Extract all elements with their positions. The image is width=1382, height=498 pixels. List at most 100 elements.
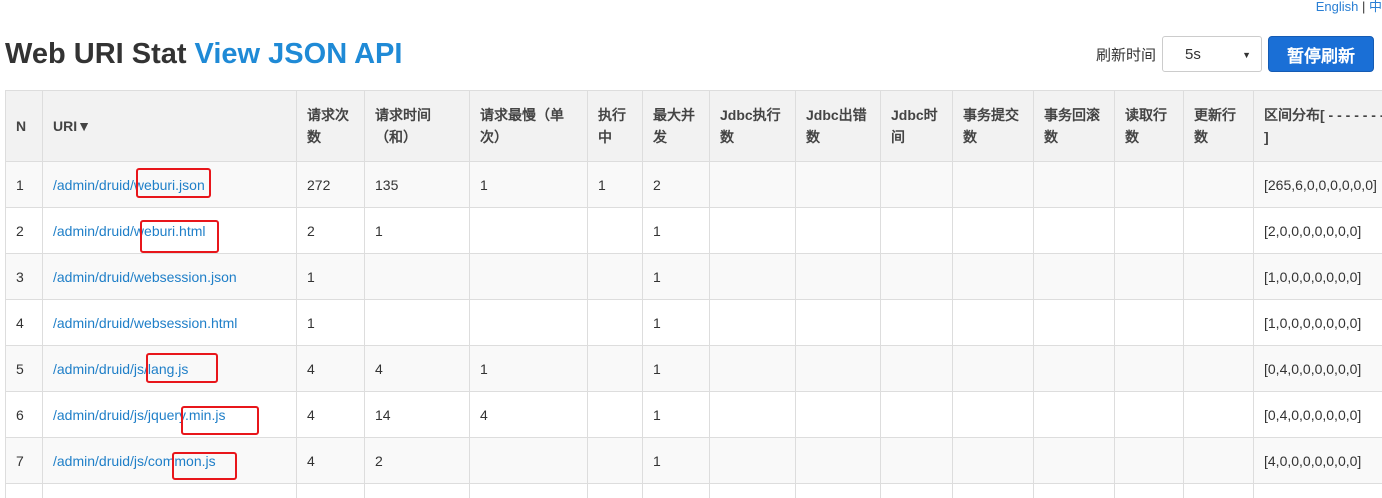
cell-running: 1 (587, 161, 643, 208)
cell-request-time-sum (364, 299, 470, 346)
col-header-running[interactable]: 执行中 (587, 90, 643, 162)
refresh-interval-label: 刷新时间 (1095, 46, 1156, 64)
cell-jdbc-error (795, 161, 881, 208)
cell-jdbc-time (880, 207, 953, 254)
table-row: 6/admin/druid/js/jquery.min.js 4 14 4 1 [0,4,… (5, 391, 1382, 438)
view-json-api-link[interactable]: View JSON API (195, 38, 403, 70)
chevron-down-icon: ▼ (1242, 50, 1251, 60)
cell-histogram: [1,0,0,0,0,0,0,0] (1253, 253, 1382, 300)
cell-fetch-rows (1114, 253, 1184, 300)
cell-update-rows (1183, 437, 1254, 484)
cell-histogram: [0,4,0,0,0,0,0,0] (1253, 345, 1382, 392)
cell-histogram: [265,6,0,0,0,0,0,0] (1253, 161, 1382, 208)
cell-histogram: [2,0,0,0,0,0,0,0] (1253, 207, 1382, 254)
table-row: 4/admin/druid/websession.html 1 1 [1,0,0,0,… (5, 299, 1382, 346)
cell-request-time-sum: 4 (364, 345, 470, 392)
col-header-max-concurrent[interactable]: 最大并发 (642, 90, 710, 162)
lang-chinese-link[interactable]: 中 (1369, 0, 1382, 14)
cell-tx-rollback (1033, 161, 1115, 208)
cell-request-time-sum: 135 (364, 161, 470, 208)
cell-running (587, 253, 643, 300)
cell-jdbc-time (880, 483, 953, 498)
table-row: 2/admin/druid/weburi.html 2 1 1 [2,0,0,0,0,0… (5, 207, 1382, 254)
lang-english-link[interactable]: English (1316, 0, 1359, 14)
cell-histogram (1253, 483, 1382, 498)
cell-jdbc-error (795, 207, 881, 254)
pause-refresh-button[interactable]: 暂停刷新 (1268, 36, 1374, 72)
cell-jdbc-error (795, 253, 881, 300)
table-header-row: N URI▼ 请求次数 请求时间（和） 请求最慢（单次） 执行中 最大并发 Jd… (5, 90, 1382, 162)
uri-link[interactable]: /admin/druid/websession.html (53, 315, 237, 331)
uri-link[interactable]: /admin/druid/weburi.json (53, 177, 205, 193)
col-header-jdbc-execute[interactable]: Jdbc执行数 (709, 90, 796, 162)
uri-stat-table: N URI▼ 请求次数 请求时间（和） 请求最慢（单次） 执行中 最大并发 Jd… (5, 90, 1382, 498)
cell-n: 2 (5, 207, 43, 254)
col-header-request-time-sum[interactable]: 请求时间（和） (364, 90, 470, 162)
cell-tx-rollback (1033, 253, 1115, 300)
col-header-jdbc-error[interactable]: Jdbc出错数 (795, 90, 881, 162)
cell-max-concurrent: 1 (642, 345, 710, 392)
col-header-uri[interactable]: URI▼ (42, 90, 297, 162)
cell-request-time-max (469, 437, 588, 484)
table-row: 5/admin/druid/js/lang.js 4 4 1 1 [0,4,0,0,0,0… (5, 345, 1382, 392)
cell-jdbc-execute (709, 299, 796, 346)
refresh-interval-select[interactable]: 5s ▼ (1162, 36, 1262, 72)
uri-link[interactable]: /admin/druid/websession.json (53, 269, 237, 285)
col-header-tx-commit[interactable]: 事务提交数 (952, 90, 1034, 162)
table-row: 3/admin/druid/websession.json 1 1 [1,0,0,0,… (5, 253, 1382, 300)
cell-jdbc-execute (709, 437, 796, 484)
uri-link[interactable]: /admin/druid/weburi.html (53, 223, 206, 239)
cell-max-concurrent: 1 (642, 391, 710, 438)
cell-fetch-rows (1114, 161, 1184, 208)
cell-update-rows (1183, 161, 1254, 208)
col-header-tx-rollback[interactable]: 事务回滚数 (1033, 90, 1115, 162)
cell-running (587, 345, 643, 392)
cell-max-concurrent: 1 (642, 207, 710, 254)
cell-n: 5 (5, 345, 43, 392)
cell-jdbc-error (795, 299, 881, 346)
cell-uri: /admin/druid/js/common.js (42, 437, 297, 484)
uri-link[interactable]: /admin/druid/js/lang.js (53, 361, 188, 377)
uri-link[interactable]: /admin/druid/js/common.js (53, 453, 216, 469)
col-header-request-time-max[interactable]: 请求最慢（单次） (469, 90, 588, 162)
cell-request-count: 2 (296, 207, 365, 254)
cell-tx-commit (952, 207, 1034, 254)
cell-request-time-max: 1 (469, 345, 588, 392)
col-header-jdbc-time[interactable]: Jdbc时间 (880, 90, 953, 162)
col-header-request-count[interactable]: 请求次数 (296, 90, 365, 162)
uri-link[interactable]: /admin/druid/js/jquery.min.js (53, 407, 225, 423)
cell-request-time-max (469, 299, 588, 346)
cell-request-count: 272 (296, 161, 365, 208)
cell-request-time-sum: 1 (364, 207, 470, 254)
cell-max-concurrent: 1 (642, 437, 710, 484)
cell-n: 3 (5, 253, 43, 300)
cell-histogram: [0,4,0,0,0,0,0,0] (1253, 391, 1382, 438)
cell-fetch-rows (1114, 483, 1184, 498)
cell-tx-rollback (1033, 345, 1115, 392)
cell-uri: /admin/druid/js/lang.js (42, 345, 297, 392)
cell-request-time-max (469, 483, 588, 498)
cell-tx-commit (952, 253, 1034, 300)
cell-request-count: 1 (296, 253, 365, 300)
cell-update-rows (1183, 391, 1254, 438)
cell-request-time-max: 1 (469, 161, 588, 208)
cell-fetch-rows (1114, 391, 1184, 438)
cell-max-concurrent: 2 (642, 161, 710, 208)
cell-tx-commit (952, 161, 1034, 208)
cell-jdbc-execute (709, 391, 796, 438)
col-header-histogram[interactable]: 区间分布[ - - - - - - - - ] (1253, 90, 1382, 162)
cell-request-count: 4 (296, 437, 365, 484)
cell-jdbc-time (880, 253, 953, 300)
col-header-n[interactable]: N (5, 90, 43, 162)
uri-stat-table-container[interactable]: N URI▼ 请求次数 请求时间（和） 请求最慢（单次） 执行中 最大并发 Jd… (5, 90, 1382, 498)
cell-jdbc-execute (709, 253, 796, 300)
col-header-fetch-rows[interactable]: 读取行数 (1114, 90, 1184, 162)
cell-update-rows (1183, 207, 1254, 254)
col-header-update-rows[interactable]: 更新行数 (1183, 90, 1254, 162)
language-switcher: English | 中 (1316, 0, 1382, 15)
cell-request-time-sum (364, 253, 470, 300)
cell-request-count: 4 (296, 345, 365, 392)
cell-n: 1 (5, 161, 43, 208)
cell-jdbc-error (795, 437, 881, 484)
cell-tx-commit (952, 345, 1034, 392)
